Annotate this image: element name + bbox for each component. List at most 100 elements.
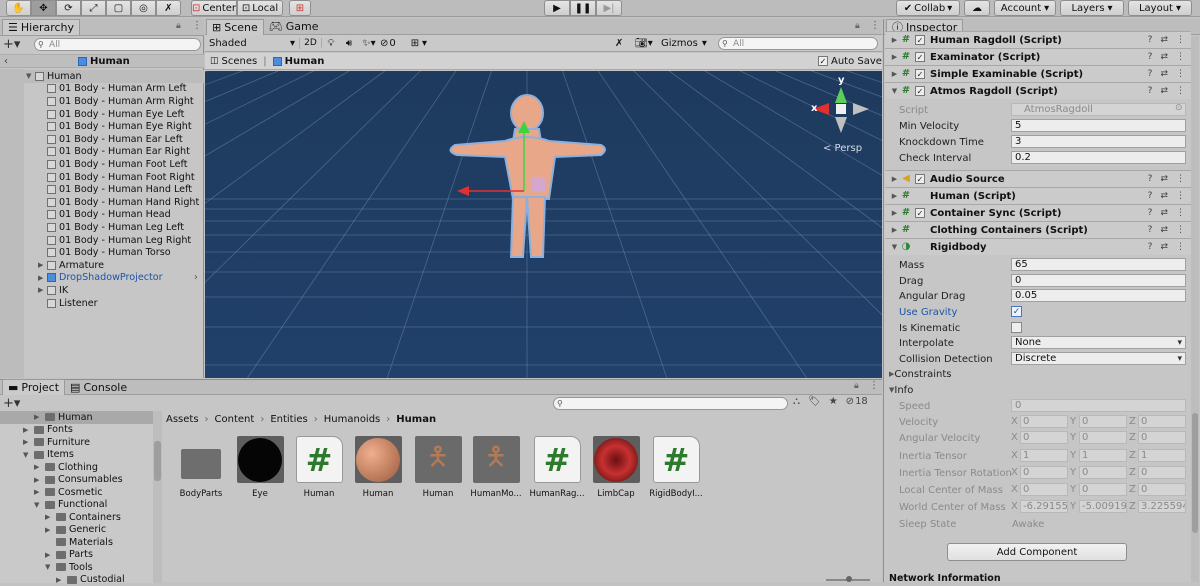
- add-component-button[interactable]: Add Component: [947, 543, 1127, 561]
- help-icon[interactable]: ?: [1148, 174, 1153, 184]
- hierarchy-item[interactable]: 01 Body - Human Eye Left: [0, 108, 204, 121]
- hierarchy-item[interactable]: 01 Body - Human Leg Left: [0, 221, 204, 234]
- breadcrumb-item[interactable]: Entities: [270, 414, 307, 425]
- component-header[interactable]: ▼◑Rigidbody?⇄⋮: [885, 238, 1191, 255]
- tab-game[interactable]: 🎮︎Game: [264, 19, 324, 35]
- preset-icon[interactable]: ⇄: [1160, 52, 1168, 62]
- play-button[interactable]: ▶: [544, 0, 570, 16]
- expand-arrow-icon[interactable]: ▶: [38, 274, 47, 282]
- angular-drag-input[interactable]: 0.05: [1011, 289, 1186, 302]
- lighting-icon[interactable]: 💡︎: [322, 38, 340, 49]
- help-icon[interactable]: ?: [1148, 69, 1153, 79]
- tab-project[interactable]: ▬Project: [2, 379, 65, 395]
- component-header[interactable]: ▶#✓Container Sync (Script)?⇄⋮: [885, 204, 1191, 221]
- hierarchy-item[interactable]: 01 Body - Human Head: [0, 209, 204, 222]
- menu-icon[interactable]: ⋮: [869, 380, 879, 391]
- hierarchy-item[interactable]: 01 Body - Human Eye Right: [0, 120, 204, 133]
- hierarchy-item[interactable]: 01 Body - Human Ear Right: [0, 146, 204, 159]
- create-button[interactable]: +▾: [3, 37, 20, 52]
- audio-icon[interactable]: 🔊︎: [340, 38, 358, 49]
- hierarchy-item[interactable]: ▶DropShadowProjector›: [0, 272, 204, 285]
- component-header[interactable]: ▼#✓Atmos Ragdoll (Script)?⇄⋮: [885, 82, 1191, 99]
- component-header[interactable]: ▶◀✓Audio Source?⇄⋮: [885, 170, 1191, 187]
- is-kinematic-checkbox[interactable]: [1011, 322, 1022, 333]
- help-icon[interactable]: ?: [1148, 208, 1153, 218]
- component-header[interactable]: ▶#Clothing Containers (Script)?⇄⋮: [885, 221, 1191, 238]
- hierarchy-item[interactable]: ▶IK: [0, 284, 204, 297]
- hierarchy-search-input[interactable]: ⚲All: [34, 38, 201, 51]
- hierarchy-item[interactable]: Listener: [0, 297, 204, 310]
- expand-arrow-icon[interactable]: ▶: [889, 226, 900, 234]
- hierarchy-item[interactable]: 01 Body - Human Leg Right: [0, 234, 204, 247]
- hierarchy-item[interactable]: 01 Body - Human Arm Left: [0, 83, 204, 96]
- collapse-arrow-icon[interactable]: ▼: [889, 87, 900, 95]
- project-tree-scrollbar[interactable]: [153, 411, 162, 583]
- collision-detection-dropdown[interactable]: Discrete: [1011, 352, 1186, 365]
- filter-label-icon[interactable]: 🏷︎: [808, 396, 821, 407]
- scene-header[interactable]: ‹ Human: [0, 54, 204, 68]
- asset-item[interactable]: #HumanRag...: [527, 436, 587, 499]
- grid-dropdown-icon[interactable]: ▾: [422, 38, 432, 49]
- lock-icon[interactable]: 🔒︎: [855, 21, 860, 31]
- expand-arrow-icon[interactable]: ▶: [38, 286, 47, 294]
- expand-arrow-icon[interactable]: ▶: [34, 463, 45, 471]
- preset-icon[interactable]: ⇄: [1160, 225, 1168, 235]
- expand-arrow-icon[interactable]: ▶: [889, 53, 900, 61]
- hidden-objects-toggle[interactable]: ⊘0: [380, 38, 408, 49]
- min-velocity-input[interactable]: 5: [1011, 119, 1186, 132]
- scene-search-input[interactable]: ⚲All: [718, 37, 878, 50]
- component-header[interactable]: ▶#✓Examinator (Script)?⇄⋮: [885, 48, 1191, 65]
- custom-tool-icon[interactable]: ✗: [156, 0, 181, 16]
- info-foldout[interactable]: ▼ Info: [889, 383, 913, 397]
- context-menu-icon[interactable]: ⋮: [1176, 52, 1185, 62]
- transform-tool-icon[interactable]: ◎: [131, 0, 156, 16]
- expand-arrow-icon[interactable]: ▶: [45, 513, 56, 521]
- collapse-arrow-icon[interactable]: ▼: [34, 501, 45, 509]
- expand-arrow-icon[interactable]: ▶: [38, 261, 47, 269]
- move-tool-icon[interactable]: ✥: [31, 0, 56, 16]
- enabled-checkbox[interactable]: ✓: [915, 69, 925, 79]
- hand-tool-icon[interactable]: ✋: [6, 0, 31, 16]
- collapse-arrow-icon[interactable]: ▼: [23, 451, 34, 459]
- auto-save-toggle[interactable]: ✓Auto Save: [818, 56, 882, 67]
- zoom-slider[interactable]: [826, 579, 870, 581]
- orientation-gizmo[interactable]: y x < Persp: [805, 73, 875, 163]
- network-info-header[interactable]: Network Information: [889, 573, 1001, 584]
- create-button[interactable]: +▾: [3, 396, 20, 411]
- 2d-toggle[interactable]: 2D: [300, 38, 322, 48]
- context-menu-icon[interactable]: ⋮: [1176, 174, 1185, 184]
- hierarchy-item-root[interactable]: ▼Human: [0, 70, 204, 83]
- project-folder-item[interactable]: ▶Clothing: [0, 461, 153, 474]
- hidden-packages-toggle[interactable]: ⊘18: [846, 396, 868, 407]
- project-folder-item[interactable]: ▶Custodial: [0, 574, 153, 586]
- context-menu-icon[interactable]: ⋮: [1176, 86, 1185, 96]
- project-folder-item[interactable]: ▶Cosmetic: [0, 486, 153, 499]
- hierarchy-item[interactable]: 01 Body - Human Torso: [0, 246, 204, 259]
- tab-hierarchy[interactable]: ☰Hierarchy: [2, 19, 80, 35]
- account-dropdown[interactable]: Account▾: [994, 0, 1056, 16]
- expand-arrow-icon[interactable]: ▶: [889, 192, 900, 200]
- enabled-checkbox[interactable]: ✓: [915, 35, 925, 45]
- preset-icon[interactable]: ⇄: [1160, 69, 1168, 79]
- grid-icon[interactable]: ⊞: [408, 38, 422, 49]
- project-folder-item[interactable]: ▼Functional: [0, 499, 153, 512]
- collapse-arrow-icon[interactable]: ▼: [889, 243, 900, 251]
- favorite-icon[interactable]: ★: [829, 396, 838, 407]
- hierarchy-item[interactable]: 01 Body - Human Foot Left: [0, 158, 204, 171]
- enabled-checkbox[interactable]: ✓: [915, 174, 925, 184]
- menu-icon[interactable]: ⋮: [870, 20, 880, 31]
- expand-arrow-icon[interactable]: ▶: [23, 438, 34, 446]
- knockdown-time-input[interactable]: 3: [1011, 135, 1186, 148]
- mass-input[interactable]: 65: [1011, 258, 1186, 271]
- layers-dropdown[interactable]: Layers▾: [1060, 0, 1124, 16]
- target-icon[interactable]: ⊙: [1175, 103, 1183, 113]
- collapse-arrow-icon[interactable]: ▼: [45, 563, 56, 571]
- expand-arrow-icon[interactable]: ▶: [889, 70, 900, 78]
- help-icon[interactable]: ?: [1148, 225, 1153, 235]
- context-menu-icon[interactable]: ⋮: [1176, 191, 1185, 201]
- interpolate-dropdown[interactable]: None: [1011, 336, 1186, 349]
- camera-icon[interactable]: 📷︎▾: [635, 38, 657, 49]
- expand-arrow-icon[interactable]: ▶: [56, 576, 67, 584]
- project-folder-item[interactable]: ▶Generic: [0, 524, 153, 537]
- pause-button[interactable]: ❚❚: [570, 0, 596, 16]
